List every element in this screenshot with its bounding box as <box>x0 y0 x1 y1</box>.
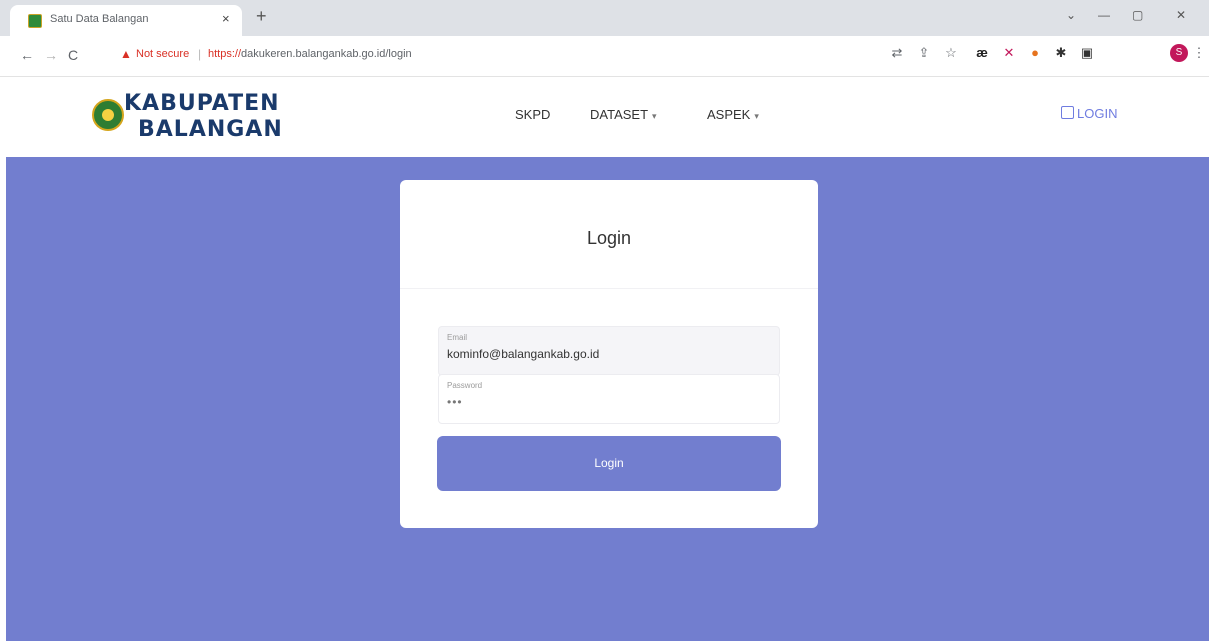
login-submit-button[interactable]: Login <box>437 436 781 491</box>
separator: | <box>198 47 202 61</box>
email-input[interactable]: kominfo@balangankab.go.id <box>447 347 599 361</box>
sidebar-icon[interactable]: ▣ <box>1078 45 1096 61</box>
url-path: dakukeren.balangankab.go.id/login <box>241 48 412 60</box>
ae-extension-icon[interactable]: æ <box>973 45 991 60</box>
address-bar[interactable]: ▲ Not secure | https://dakukeren.balanga… <box>112 42 872 68</box>
reload-button[interactable]: C <box>68 47 78 63</box>
email-label: Email <box>447 333 468 342</box>
profile-avatar[interactable]: S <box>1170 44 1188 62</box>
colorful-extension-icon[interactable]: ● <box>1026 45 1044 60</box>
nav-item-label: DATASET <box>590 107 649 122</box>
browser-tab-bar: Satu Data Balangan × + ⌄ — ▢ ✕ <box>0 0 1209 36</box>
logo-text-line2[interactable]: BALANGAN <box>138 117 283 142</box>
chrome-menu-icon[interactable]: ⋮ <box>1190 45 1208 61</box>
browser-tab[interactable]: Satu Data Balangan × <box>10 5 242 36</box>
forward-button[interactable]: → <box>44 47 58 63</box>
login-link-label: LOGIN <box>1077 106 1118 121</box>
url-text[interactable]: https://dakukeren.balangankab.go.id/logi… <box>208 48 412 60</box>
site-favicon-icon <box>28 14 42 28</box>
minimize-button[interactable]: — <box>1098 8 1110 22</box>
nav-item-dataset[interactable]: DATASET ▾ <box>590 107 657 122</box>
card-divider <box>400 288 818 289</box>
back-button[interactable]: ← <box>20 47 34 63</box>
tab-search-icon[interactable]: ⌄ <box>1066 8 1076 22</box>
cross-extension-icon[interactable]: ✕ <box>1000 45 1018 61</box>
close-window-button[interactable]: ✕ <box>1176 8 1186 22</box>
star-icon[interactable]: ☆ <box>942 45 960 61</box>
share-icon[interactable]: ⇪ <box>915 45 933 61</box>
nav-item-skpd[interactable]: SKPD <box>515 107 550 122</box>
warning-icon[interactable]: ▲ <box>120 47 132 61</box>
puzzle-icon[interactable]: ✱ <box>1052 45 1070 61</box>
logo-text-line1[interactable]: KABUPATEN <box>124 91 280 116</box>
translate-icon[interactable]: ⇄ <box>888 45 906 61</box>
login-card-title: Login <box>586 228 632 248</box>
password-input[interactable]: ••• <box>447 395 463 409</box>
header-login-link[interactable]: LOGIN <box>1061 106 1117 121</box>
caret-down-icon: ▾ <box>652 111 657 121</box>
email-field[interactable]: Email kominfo@balangankab.go.id <box>438 326 780 376</box>
password-field[interactable]: Password ••• <box>438 374 780 424</box>
nav-item-aspek[interactable]: ASPEK ▾ <box>707 107 759 122</box>
site-header: KABUPATEN BALANGAN SKPD DATASET ▾ ASPEK ▾ … <box>0 77 1209 157</box>
caret-down-icon: ▾ <box>754 111 759 121</box>
password-label: Password <box>447 381 483 390</box>
tab-title: Satu Data Balangan <box>50 13 149 25</box>
maximize-button[interactable]: ▢ <box>1132 8 1143 22</box>
tab-close-icon[interactable]: × <box>222 11 230 26</box>
url-scheme: https:// <box>208 48 242 60</box>
login-icon <box>1061 106 1074 119</box>
security-label[interactable]: Not secure <box>136 48 189 60</box>
login-card: Login Email kominfo@balangankab.go.id Pa… <box>400 180 818 528</box>
nav-item-label: ASPEK <box>707 107 751 122</box>
browser-toolbar: ← → C ▲ Not secure | https://dakukeren.b… <box>0 36 1209 77</box>
new-tab-button[interactable]: + <box>256 7 267 25</box>
regency-emblem-icon[interactable] <box>92 99 124 131</box>
nav-item-label: SKPD <box>515 107 551 122</box>
